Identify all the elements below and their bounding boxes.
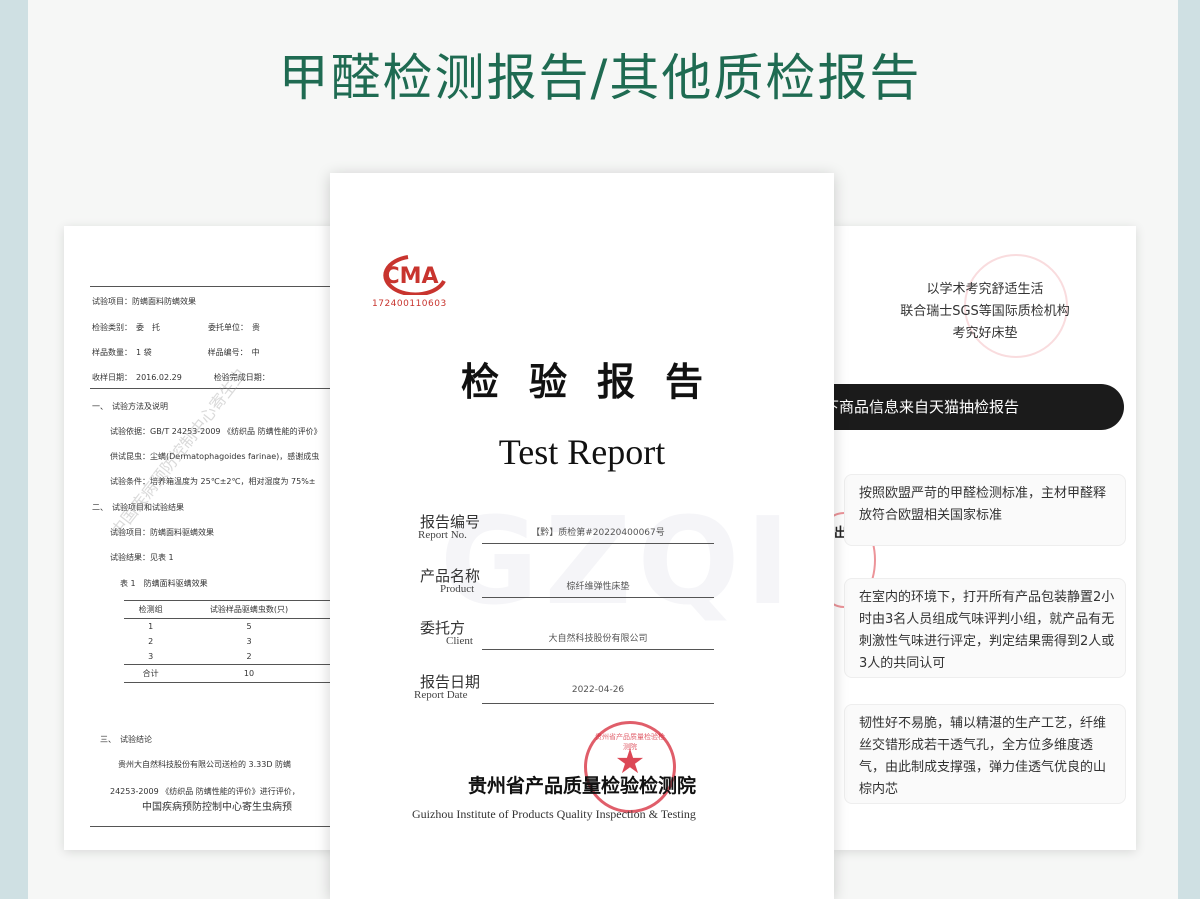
field-label-en: Client [446, 635, 473, 647]
test-report-cover: GZQI CMA 172400110603 检验报告 Test Report 报… [330, 173, 834, 899]
table-cell: 3 [148, 652, 154, 661]
field-report-no: 报告编号 Report No. 【黔】质检第#20220400067号 [418, 511, 718, 551]
report-title-en: Test Report [498, 432, 666, 472]
field-label-en: Report No. [418, 529, 467, 541]
table-cell: 2 [246, 652, 252, 661]
table-cell: 10 [243, 669, 255, 678]
table-row: 325 [124, 649, 364, 665]
info-card: 按照欧盟严苛的甲醛检测标准，主材甲醛释放符合欧盟相关国家标准 [844, 474, 1126, 546]
cma-logo-text: CMA [383, 264, 438, 289]
table-header: 检测组 [138, 605, 163, 614]
doc-line: 供试昆虫：尘螨(Dermatophagoides farinae)，感谢成虫 [110, 452, 320, 461]
table-row: 155 [124, 619, 364, 635]
top-rule [90, 286, 364, 287]
doc-line: 试验依据：GB/T 24253-2009 《纺织品 防螨性能的评价》 [110, 427, 322, 436]
field-value: 2022-04-26 [571, 685, 625, 695]
info-card: 在室内的环境下，打开所有产品包装静置2小时由3名人员组成气味评判小组，就产品有无… [844, 578, 1126, 678]
section-heading: 一、 试验方法及说明 [92, 402, 168, 411]
field-client: 委托方 Client 大自然科技股份有限公司 [418, 617, 718, 657]
field-value: 【黔】质检第#20220400067号 [531, 528, 665, 538]
cma-number: 172400110603 [372, 299, 447, 309]
table-cell: 2 [148, 637, 154, 646]
institute-name-en: Guizhou Institute of Products Quality In… [412, 807, 696, 821]
table-header: 试验样品驱螨虫数(只) [209, 605, 289, 614]
info-banner: 下商品信息来自天猫抽检报告 [834, 384, 1124, 430]
institute-seal: 贵州省产品质量检验检测院 ★ [584, 721, 676, 813]
anti-mite-test-report: 试验项目：防螨面料防螨效果 检验类别： 委 托 委托单位： 贵 样品数量： 1 … [64, 226, 364, 850]
field-underline [482, 597, 714, 598]
table-total-row: 合计102 [124, 664, 364, 683]
field-underline [482, 649, 714, 650]
result-table: 检测组 试验样品驱螨虫数(只) 对照样 155 235 325 合计102 [124, 600, 364, 683]
quality-info-card: 以学术考究舒适生活 联合瑞士SGS等国际质检机构 考究好床垫 下商品信息来自天猫… [834, 226, 1136, 850]
table-cell: 合计 [142, 669, 159, 678]
field-value: 棕纤维弹性床垫 [566, 582, 630, 592]
doc-line: 试验结果：见表 1 [110, 553, 174, 562]
doc-line: 中国疾病预防控制中心寄生虫病预 [142, 802, 292, 813]
header-line: 考究好床垫 [952, 326, 1018, 341]
doc-line: 24253-2009 《纺织品 防螨性能的评价》进行评价， [110, 787, 300, 796]
doc-line: 检验类别： 委 托 委托单位： 贵 [92, 323, 260, 332]
bottom-rule [90, 826, 364, 827]
doc-line: 样品数量： 1 袋 样品编号： 中 [92, 348, 260, 357]
cma-logo-icon: CMA [383, 255, 446, 295]
table-caption: 表 1 防螨面料驱螨效果 [120, 579, 208, 588]
info-card: 韧性好不易脆，辅以精湛的生产工艺，纤维丝交错形成若干透气孔，全方位多维度透气，由… [844, 704, 1126, 804]
header-line: 联合瑞士SGS等国际质检机构 [900, 304, 1070, 319]
table-cell: 5 [246, 622, 252, 631]
table-cell: 1 [148, 622, 154, 631]
field-underline [482, 703, 714, 704]
institute-name-cn: 贵州省产品质量检验检测院 [467, 775, 696, 797]
header-line: 以学术考究舒适生活 [926, 282, 1044, 297]
doc-line: 试验项目：防螨面料防螨效果 [92, 297, 196, 306]
doc-line: 贵州大自然科技股份有限公司送检的 3.33D 防螨 [118, 760, 292, 769]
table-row: 235 [124, 634, 364, 649]
field-label-en: Product [440, 583, 475, 595]
field-value: 大自然科技股份有限公司 [548, 634, 648, 644]
section-heading: 三、 试验结论 [100, 735, 152, 744]
table-cell: 3 [246, 637, 252, 646]
page-title: 甲醛检测报告/其他质检报告 [278, 49, 922, 107]
banner-text: 下商品信息来自天猫抽检报告 [834, 398, 1020, 416]
field-report-date: 报告日期 Report Date 2022-04-26 [414, 671, 718, 711]
field-underline [482, 543, 714, 544]
report-title-cn: 检验报告 [460, 360, 733, 404]
field-product: 产品名称 Product 棕纤维弹性床垫 [418, 565, 718, 605]
field-label-en: Report Date [414, 689, 468, 701]
